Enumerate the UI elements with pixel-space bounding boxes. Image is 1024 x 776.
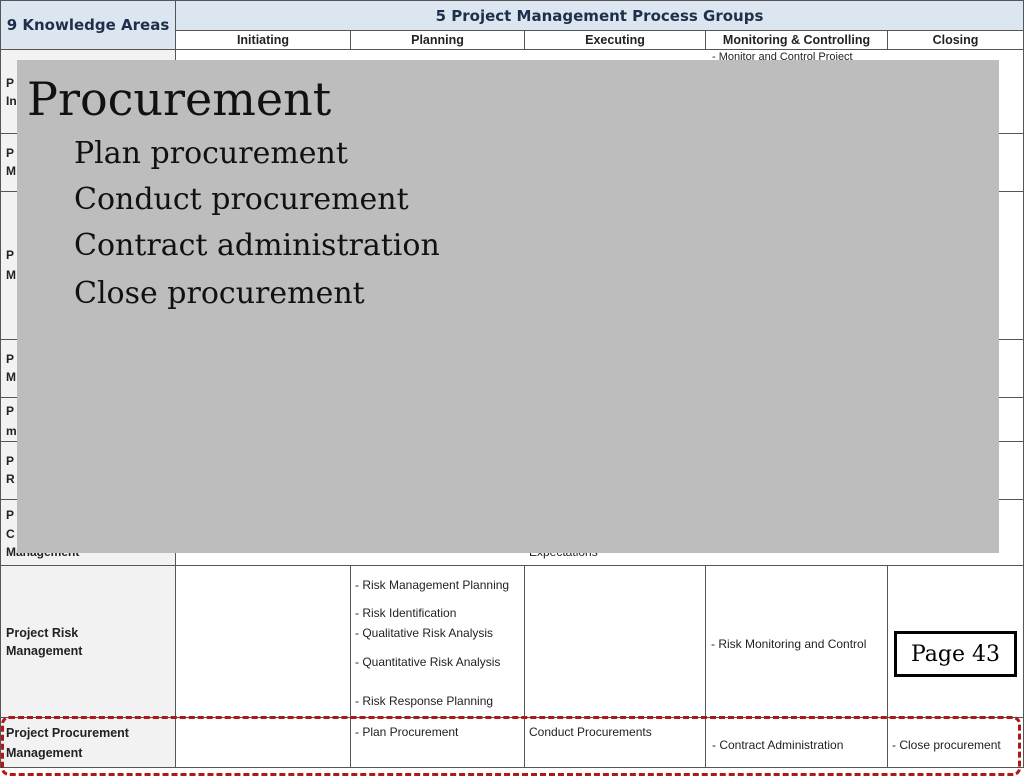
procurement-overlay: Procurement Plan procurement Conduct pro… <box>17 60 999 553</box>
risk-row-label: Project Risk Management <box>0 566 176 718</box>
row-label-fragment: P <box>6 454 15 468</box>
risk-label-line2: Management <box>6 643 83 658</box>
column-monitoring: Monitoring & Controlling <box>706 31 888 50</box>
overlay-item-conduct: Conduct procurement <box>74 182 409 217</box>
row-label-fragment: P <box>6 248 15 262</box>
column-executing: Executing <box>525 31 706 50</box>
overlay-item-close: Close procurement <box>74 276 365 311</box>
row-label-fragment: P <box>6 146 15 160</box>
risk-monitoring-text: - Risk Monitoring and Control <box>711 637 867 651</box>
list-item: - Risk Identification <box>355 606 457 620</box>
row-label-fragment: P <box>6 404 15 418</box>
risk-executing-cell <box>525 566 706 718</box>
risk-initiating-cell <box>176 566 351 718</box>
list-item: - Quantitative Risk Analysis <box>355 655 501 669</box>
row-label-fragment: P <box>6 508 15 522</box>
knowledge-areas-header: 9 Knowledge Areas <box>0 0 176 50</box>
row-label-fragment: R <box>6 472 15 486</box>
list-item: - Qualitative Risk Analysis <box>355 626 494 640</box>
column-planning: Planning <box>351 31 525 50</box>
overlay-item-contract: Contract administration <box>74 228 440 263</box>
row-label-fragment: M <box>6 164 16 178</box>
column-initiating: Initiating <box>176 31 351 50</box>
process-groups-header: 5 Project Management Process Groups <box>176 0 1024 31</box>
page-reference: Page 43 <box>894 631 1017 677</box>
procurement-highlight <box>1 716 1021 776</box>
row-label-fragment: P <box>6 352 15 366</box>
row-label-fragment: C <box>6 527 15 541</box>
row-label-fragment: In <box>6 94 17 108</box>
overlay-title: Procurement <box>27 72 332 126</box>
row-label-fragment: m <box>6 424 17 438</box>
row-label-fragment: P <box>6 76 15 90</box>
column-closing: Closing <box>888 31 1024 50</box>
row-label-fragment: M <box>6 268 16 282</box>
list-item: - Risk Management Planning <box>355 578 510 592</box>
row-label-fragment: M <box>6 370 16 384</box>
overlay-item-plan: Plan procurement <box>74 136 348 171</box>
risk-label-line1: Project Risk <box>6 625 79 640</box>
list-item: - Risk Response Planning <box>355 694 494 708</box>
